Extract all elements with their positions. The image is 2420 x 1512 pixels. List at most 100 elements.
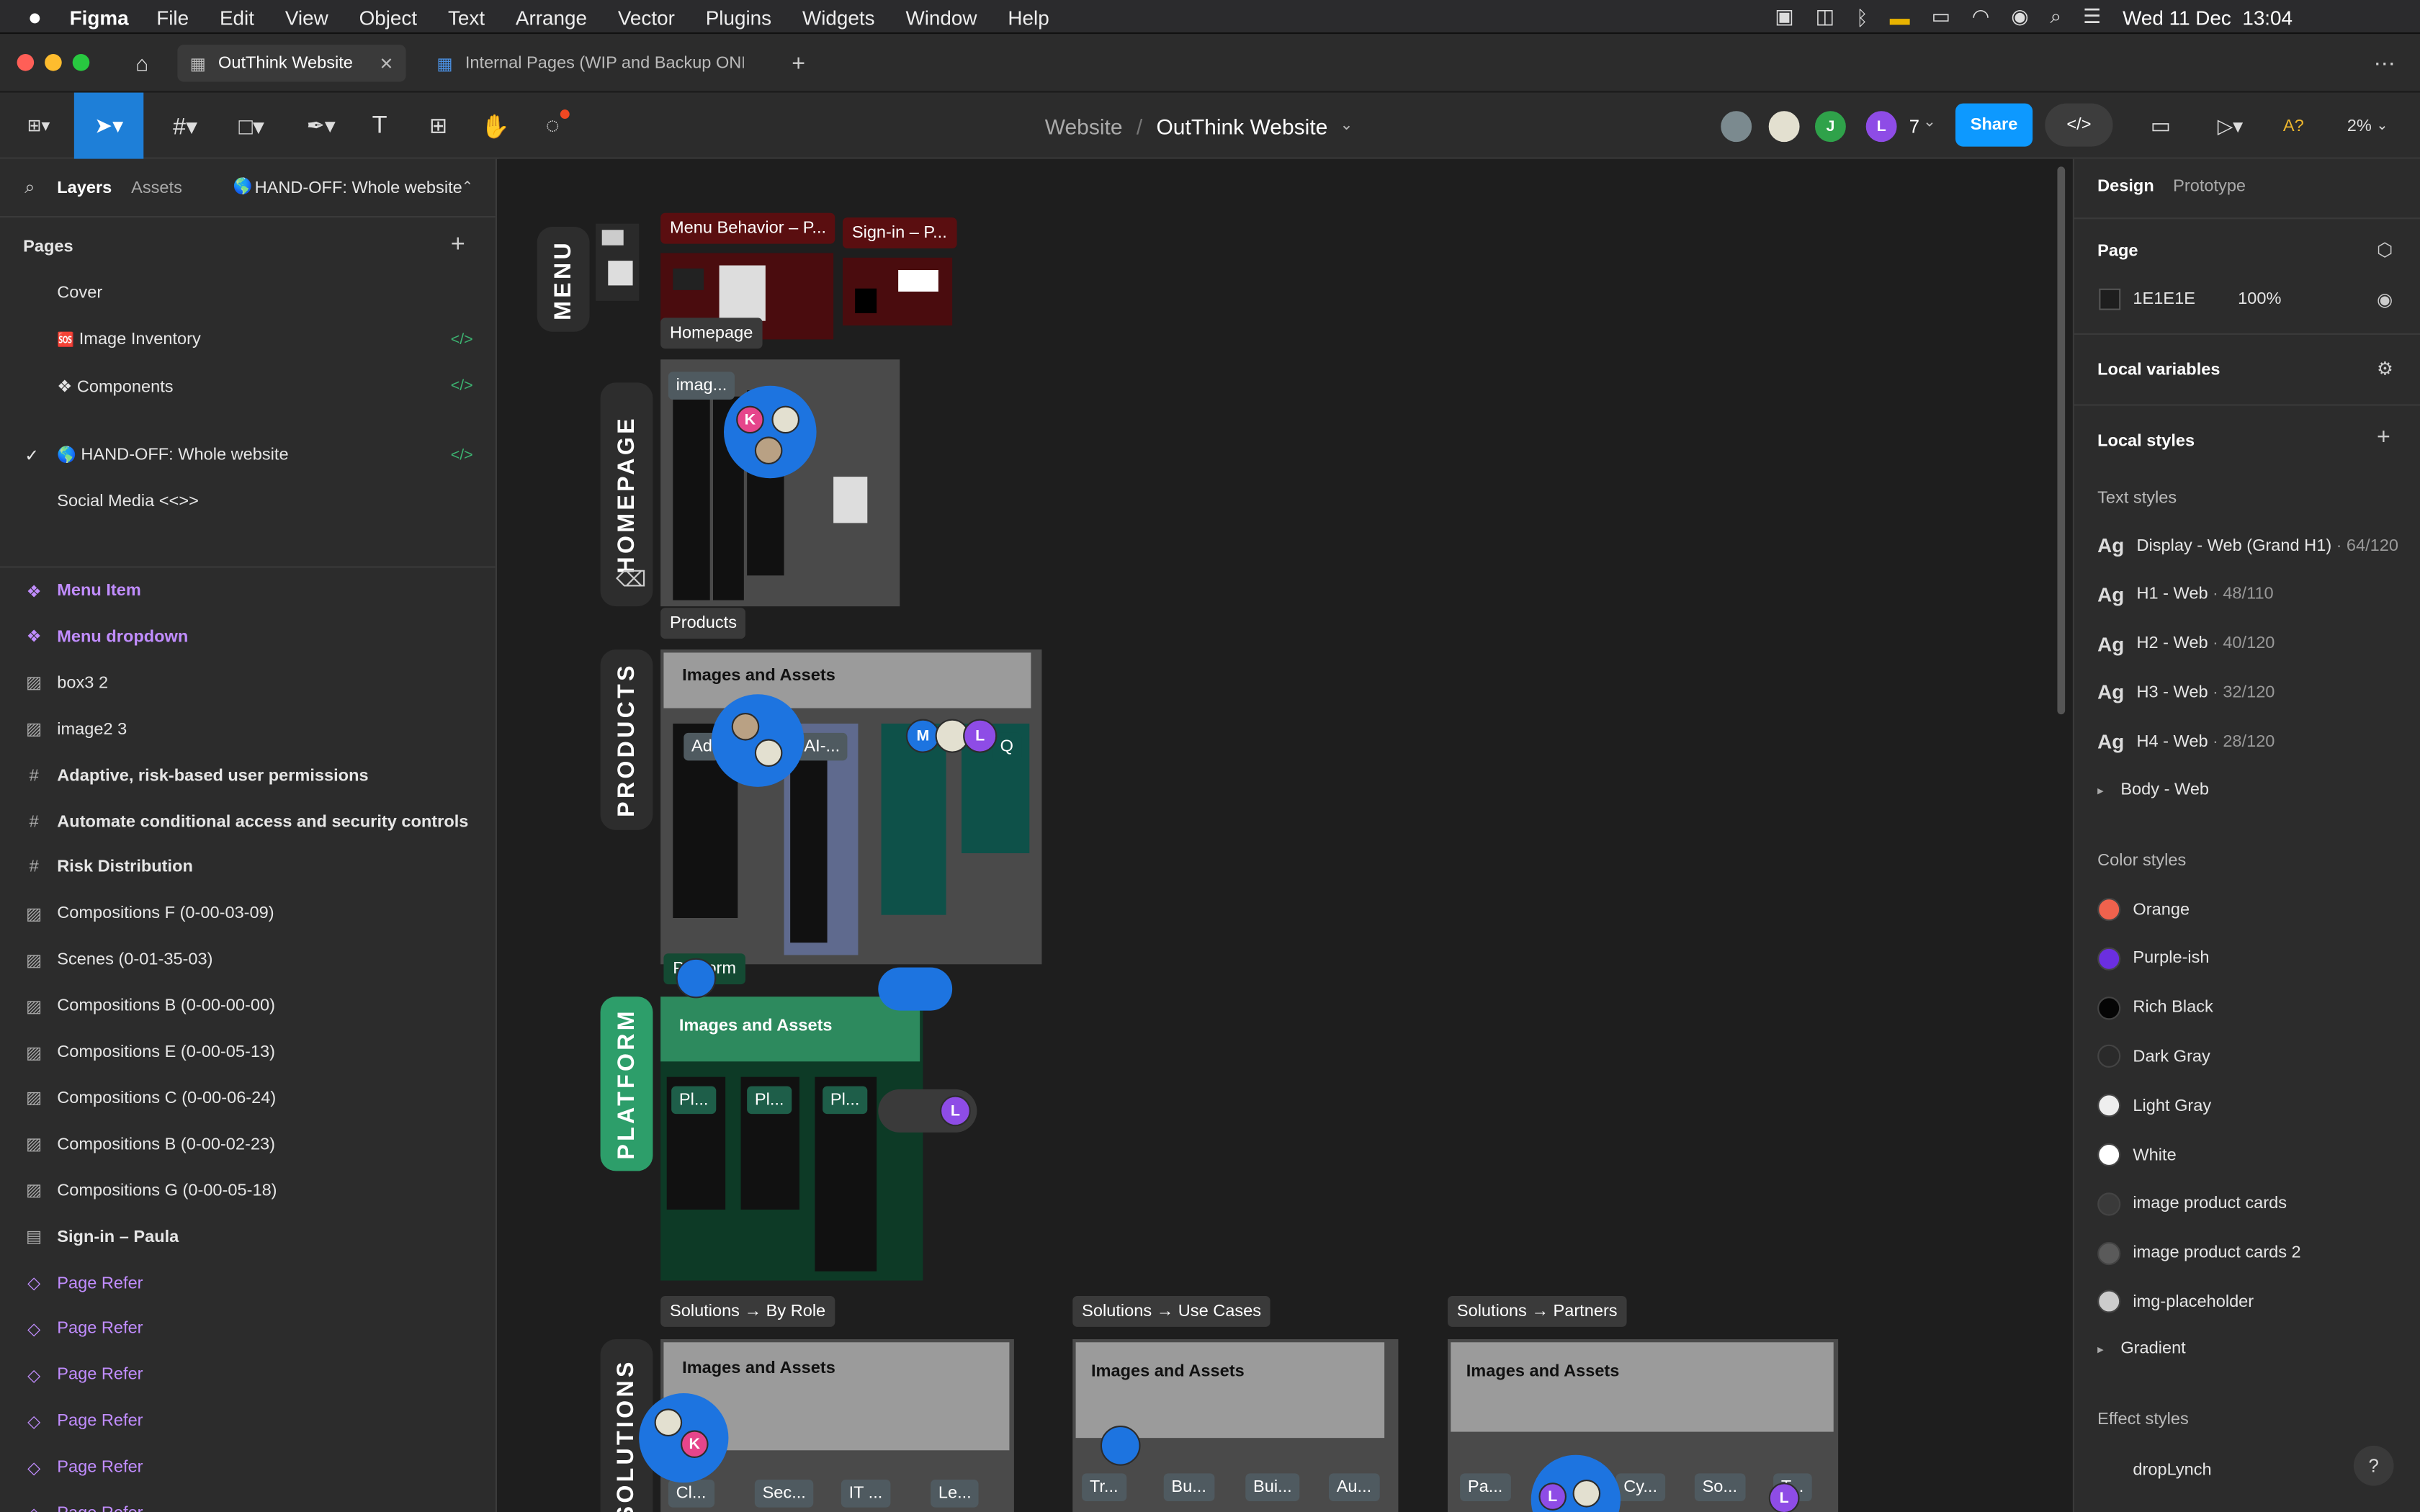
frame-tool-button[interactable]: #▾ (158, 93, 213, 159)
chip-bu[interactable]: Bu... (1163, 1473, 1214, 1501)
chip-le[interactable]: Le... (931, 1480, 980, 1508)
home-tab[interactable]: ⌂ (123, 45, 160, 81)
layer-item[interactable]: ◇ Page Refer (0, 1398, 496, 1444)
page-color-swatch[interactable] (2099, 288, 2121, 310)
page-item[interactable]: 🆘 Image Inventory </> (0, 316, 496, 362)
chip-so[interactable]: So... (1694, 1473, 1745, 1501)
collaborator-bubble[interactable]: K (639, 1392, 729, 1483)
gradient-group[interactable]: ▸ Gradient (2097, 1339, 2186, 1358)
section-label-platform[interactable]: PLATFORM (600, 996, 653, 1171)
chip-it[interactable]: IT ... (841, 1480, 891, 1508)
tab-layers[interactable]: Layers (57, 178, 112, 197)
color-style-item[interactable]: Orange (2097, 898, 2190, 922)
close-tab-icon[interactable]: ✕ (380, 53, 394, 73)
wifi-icon[interactable]: ◠ (1972, 4, 1989, 29)
text-style-item[interactable]: Ag H2 - Web · 40/120 (2097, 632, 2275, 655)
frame-label-menu-behavior[interactable]: Menu Behavior – P... (660, 212, 835, 244)
frame-label-products[interactable]: Products (660, 608, 746, 639)
clock[interactable]: Wed 11 Dec 13:04 (2123, 6, 2293, 29)
main-menu-button[interactable]: ⊞▾ (12, 93, 65, 159)
share-button[interactable]: Share (1955, 103, 2033, 147)
avatar-l[interactable]: L (940, 1095, 971, 1127)
collaborator-bubble[interactable] (711, 694, 805, 787)
layer-item[interactable]: ▨ Compositions B (0-00-02-23) (0, 1121, 496, 1167)
layer-item[interactable]: ▤ Sign-in – Paula (0, 1214, 496, 1260)
menu-file[interactable]: File (156, 6, 189, 29)
products-board[interactable]: Images and Assets (660, 649, 1042, 965)
breadcrumb-project[interactable]: Website (1045, 114, 1123, 138)
avatar-photo[interactable] (676, 958, 717, 999)
dev-mode-toggle[interactable]: </> (2045, 103, 2113, 147)
menu-view[interactable]: View (285, 6, 328, 29)
collaborator-count[interactable]: 7 (1909, 116, 1919, 138)
user-icon[interactable]: ◉ (2011, 4, 2028, 29)
avatar-l[interactable]: L (1864, 109, 1899, 144)
vertical-scrollbar[interactable] (2057, 166, 2066, 715)
chip-cl[interactable]: Cl... (668, 1480, 714, 1508)
page-item[interactable]: ❖ Components </> (0, 363, 496, 409)
layer-item[interactable]: ▨ box3 2 (0, 660, 496, 706)
chip-pl-1[interactable]: Pl... (671, 1086, 717, 1115)
control-center-icon[interactable]: ☰ (2083, 4, 2101, 29)
chip-sec[interactable]: Sec... (754, 1480, 814, 1508)
bluetooth-icon[interactable]: ᛒ (1856, 6, 1868, 29)
section-label-products[interactable]: PRODUCTS (600, 649, 653, 830)
text-style-item[interactable]: Ag Display - Web (Grand H1) · 64/120 (2097, 534, 2398, 557)
chip-bui[interactable]: Bui... (1245, 1473, 1300, 1501)
flag-icon[interactable]: ▬ (1890, 6, 1910, 29)
variables-icon[interactable]: ⚙ (2377, 358, 2393, 379)
chip-pl-3[interactable]: Pl... (823, 1086, 868, 1115)
add-style-button[interactable]: + (2377, 424, 2390, 450)
chip-imag[interactable]: imag... (668, 372, 735, 400)
zoom-window-button[interactable] (72, 54, 90, 71)
chip-pl-2[interactable]: Pl... (747, 1086, 792, 1115)
section-label-menu[interactable]: MENU (537, 227, 590, 332)
layer-item[interactable]: ❖ Menu dropdown (0, 614, 496, 660)
battery-icon[interactable]: ▭ (1932, 4, 1950, 29)
tab-prototype[interactable]: Prototype (2173, 177, 2246, 196)
collaborator-group[interactable] (878, 967, 953, 1011)
move-tool-button[interactable]: ➤▾ (73, 92, 144, 159)
layer-item[interactable]: ▨ Compositions B (0-00-00-00) (0, 983, 496, 1029)
text-style-item[interactable]: Ag H3 - Web · 32/120 (2097, 681, 2275, 704)
menu-help[interactable]: Help (1008, 6, 1049, 29)
chevron-down-icon[interactable]: ⌄ (1340, 117, 1353, 135)
layer-item[interactable]: ▨ Compositions F (0-00-03-09) (0, 891, 496, 937)
menu-text[interactable]: Text (448, 6, 485, 29)
tag-icon[interactable]: ⌫ (616, 566, 646, 592)
collaborator-bubble[interactable]: K (723, 385, 817, 479)
pen-tool-button[interactable]: ✒▾ (293, 93, 349, 159)
search-icon[interactable]: ⌕ (24, 176, 35, 199)
layer-item[interactable]: ▨ Compositions E (0-00-05-13) (0, 1029, 496, 1075)
present-button[interactable]: ▷▾ (2204, 93, 2257, 159)
text-tool-button[interactable]: T (359, 93, 400, 159)
page-color-value[interactable]: 1E1E1E (2133, 290, 2195, 309)
frame-label-partners[interactable]: Solutions → Partners (1447, 1296, 1627, 1327)
menu-plugins[interactable]: Plugins (706, 6, 771, 29)
missing-fonts-button[interactable]: A? (2278, 93, 2309, 159)
spotlight-icon[interactable]: ⌕ (2051, 4, 2062, 29)
tab-assets[interactable]: Assets (131, 178, 182, 197)
color-style-item[interactable]: image product cards 2 (2097, 1241, 2301, 1265)
chip-au[interactable]: Au... (1329, 1473, 1379, 1501)
app-name[interactable]: Figma (70, 6, 129, 29)
frame-label-use-cases[interactable]: Solutions → Use Cases (1072, 1296, 1270, 1327)
hand-tool-button[interactable]: ✋ (475, 93, 516, 159)
layer-item[interactable]: ▨ Compositions G (0-00-05-18) (0, 1167, 496, 1213)
layer-item[interactable]: ◇ Page Refer (0, 1352, 496, 1398)
minimize-window-button[interactable] (45, 54, 62, 71)
close-window-button[interactable] (17, 54, 35, 71)
layer-item[interactable]: ◇ Page Refer (0, 1306, 496, 1352)
layer-item[interactable]: # Risk Distribution (0, 845, 496, 891)
avatar-photo[interactable] (1100, 1425, 1141, 1466)
chip-tr[interactable]: Tr... (1082, 1473, 1126, 1501)
avatar-l[interactable]: L (1768, 1482, 1800, 1512)
color-style-item[interactable]: Purple-ish (2097, 947, 2210, 971)
text-style-item[interactable]: Ag H4 - Web · 28/120 (2097, 730, 2275, 753)
text-style-item[interactable]: Ag H1 - Web · 48/110 (2097, 583, 2274, 606)
help-button[interactable]: ? (2353, 1445, 2394, 1486)
layer-item[interactable]: ❖ Menu Item (0, 568, 496, 614)
local-variables-title[interactable]: Local variables (2097, 361, 2220, 379)
layer-item[interactable]: ▨ Scenes (0-01-35-03) (0, 937, 496, 983)
tab-internal-pages[interactable]: ▦ Internal Pages (WIP and Backup ONL (424, 45, 756, 81)
